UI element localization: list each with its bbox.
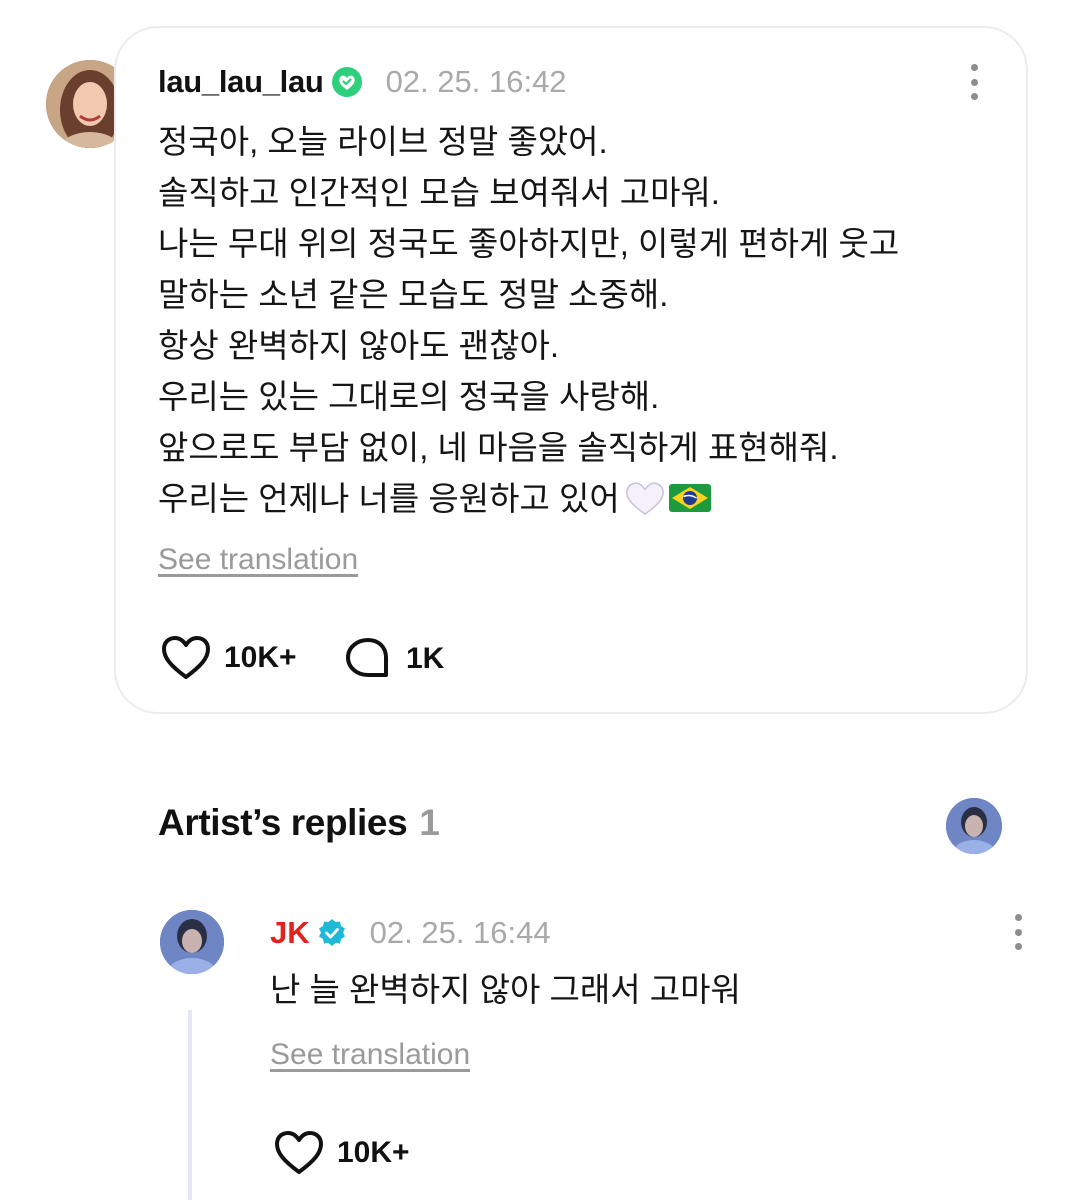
heart-outline-icon bbox=[273, 1129, 325, 1177]
post-line: 정국아, 오늘 라이브 정말 좋았어. bbox=[158, 123, 608, 160]
reply-timestamp: 02. 25. 16:44 bbox=[369, 915, 551, 950]
reply-see-translation-link[interactable]: See translation bbox=[270, 1038, 470, 1072]
post-line: 나는 무대 위의 정국도 좋아하지만, 이렇게 편하게 웃고 bbox=[158, 225, 900, 262]
reply-avatar[interactable] bbox=[160, 910, 224, 974]
post-like-count: 10K+ bbox=[224, 641, 297, 674]
post-body: 정국아, 오늘 라이브 정말 좋았어. 솔직하고 인간적인 모습 보여줘서 고마… bbox=[158, 116, 1018, 524]
reply-thread-line bbox=[188, 1010, 192, 1200]
post-header: lau_lau_lau 02. 25. 16:42 bbox=[158, 60, 567, 104]
post-line: 항상 완벽하지 않아도 괜찮아. bbox=[158, 327, 559, 364]
comment-bubble-icon bbox=[344, 636, 392, 682]
artist-replies-count: 1 bbox=[419, 802, 440, 843]
post-detail-page: lau_lau_lau 02. 25. 16:42 정국아, 오늘 라이브 정말… bbox=[0, 0, 1076, 1200]
post-more-options-icon[interactable] bbox=[969, 64, 979, 100]
post-timestamp: 02. 25. 16:42 bbox=[385, 64, 567, 99]
post-last-line: 우리는 언제나 너를 응원하고 있어 bbox=[158, 473, 1018, 524]
reply-like-count: 10K+ bbox=[337, 1136, 410, 1169]
post-comment-count: 1K bbox=[406, 642, 445, 675]
post-username[interactable]: lau_lau_lau bbox=[158, 64, 324, 100]
post-line: 솔직하고 인간적인 모습 보여줘서 고마워. bbox=[158, 174, 720, 211]
verified-heart-badge-icon bbox=[330, 65, 364, 99]
post-see-translation-link[interactable]: See translation bbox=[158, 543, 358, 577]
verified-badge-icon bbox=[316, 917, 348, 949]
reply-more-options-icon[interactable] bbox=[1013, 914, 1023, 950]
reply-header: JK 02. 25. 16:44 bbox=[270, 911, 551, 955]
reply-like-button[interactable]: 10K+ bbox=[273, 1129, 410, 1177]
post-like-button[interactable]: 10K+ bbox=[160, 634, 297, 682]
reply-text: 난 늘 완벽하지 않아 그래서 고마워 bbox=[270, 971, 741, 1008]
reply-author-name[interactable]: JK bbox=[270, 915, 310, 951]
post-line: 우리는 있는 그대로의 정국을 사랑해. bbox=[158, 378, 660, 415]
post-line: 앞으로도 부담 없이, 네 마음을 솔직하게 표현해줘. bbox=[158, 429, 839, 466]
brazil-flag-emoji-icon bbox=[668, 476, 712, 512]
artist-avatar-small[interactable] bbox=[946, 798, 1002, 854]
artist-replies-heading: Artist’s replies 1 bbox=[158, 802, 440, 844]
white-heart-emoji-icon bbox=[624, 479, 666, 515]
reply-body: 난 늘 완벽하지 않아 그래서 고마워 bbox=[270, 964, 1076, 1015]
post-comment-button[interactable]: 1K bbox=[344, 636, 444, 682]
post-line: 말하는 소년 같은 모습도 정말 소중해. bbox=[158, 276, 669, 313]
artist-replies-title: Artist’s replies bbox=[158, 802, 408, 843]
heart-outline-icon bbox=[160, 634, 212, 682]
post-line: 우리는 언제나 너를 응원하고 있어 bbox=[158, 480, 620, 517]
